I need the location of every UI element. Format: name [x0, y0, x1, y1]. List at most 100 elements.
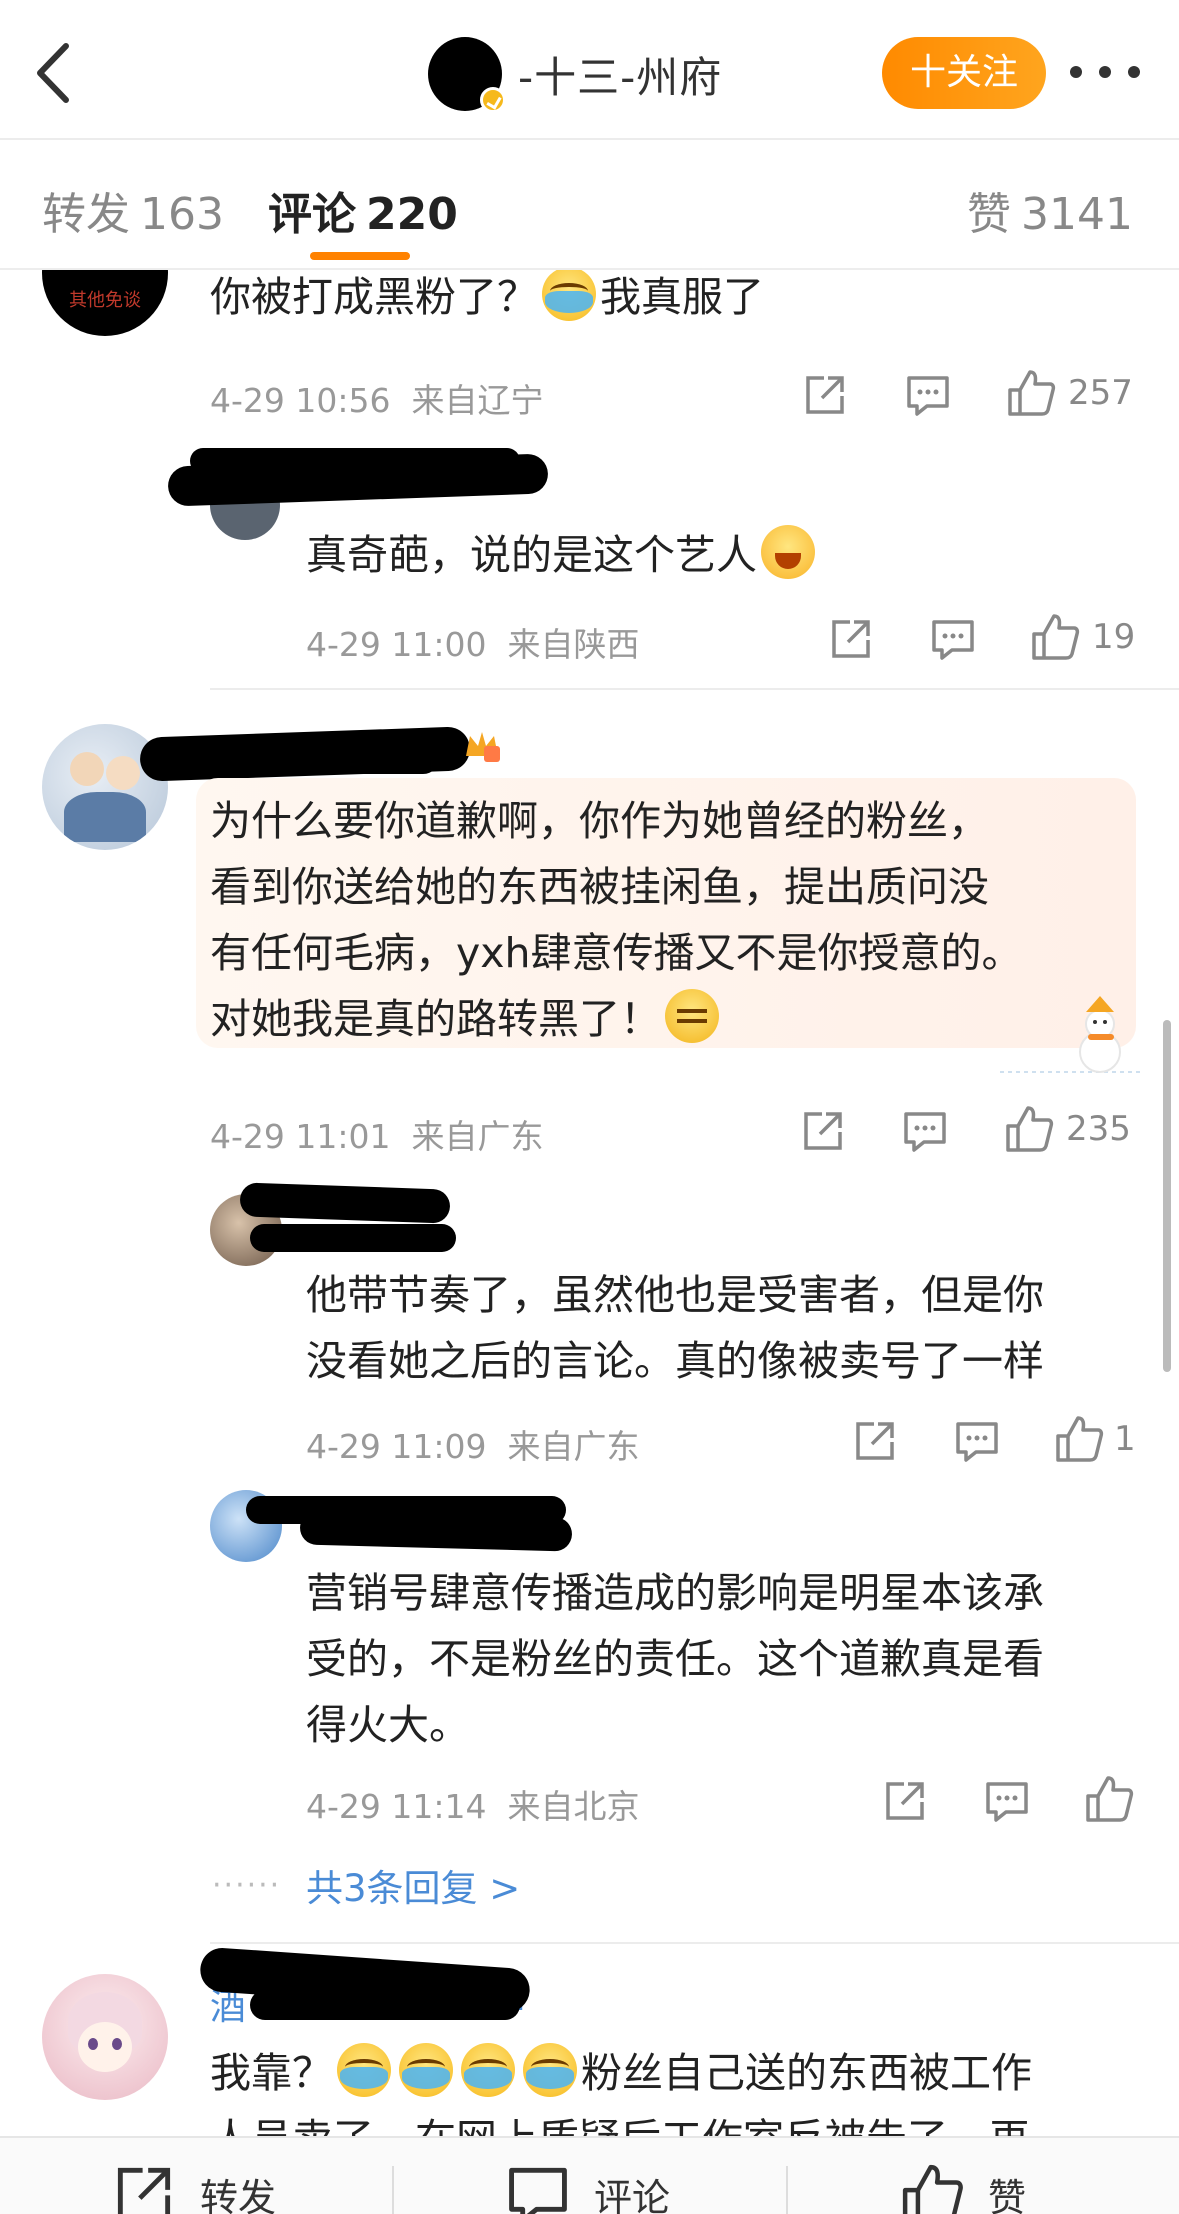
- share-icon[interactable]: [852, 1416, 898, 1466]
- profile-avatar[interactable]: [428, 37, 506, 113]
- share-icon[interactable]: [800, 1106, 846, 1156]
- redaction-mark: [190, 448, 520, 474]
- comment-text: 你被打成黑粉了？ 我真服了: [210, 270, 764, 330]
- scrollbar[interactable]: [1163, 1020, 1171, 1372]
- crying-laughing-emoji-icon: [523, 2043, 577, 2097]
- bottom-comment-label: 评论: [594, 2175, 671, 2214]
- bottom-action-bar: 转发 评论 赞: [0, 2136, 1179, 2214]
- comment-text-part: 你被打成黑粉了？: [210, 273, 538, 321]
- like-count: 257: [1068, 373, 1133, 413]
- like-button[interactable]: 257: [1006, 368, 1133, 418]
- reply-location: 来自广东: [507, 1427, 640, 1466]
- share-icon[interactable]: [802, 370, 848, 420]
- thumbs-up-icon: [1008, 370, 1056, 416]
- redaction-mark: [250, 1990, 520, 2020]
- thumbs-up-icon: [902, 2164, 963, 2214]
- bottom-repost-label: 转发: [200, 2175, 277, 2214]
- reply-location: 来自北京: [507, 1787, 640, 1826]
- comment-icon[interactable]: [984, 1776, 1030, 1826]
- more-options-icon[interactable]: [1070, 52, 1140, 92]
- crying-laughing-emoji-icon: [337, 2043, 391, 2097]
- reply-text-line: 他带节奏了，虽然他也是受害者，但是你: [306, 1271, 1044, 1319]
- comment-icon[interactable]: [902, 1106, 948, 1156]
- snowman-decoration-icon: [1000, 990, 1140, 1080]
- tab-likes-label: 赞: [967, 189, 1012, 240]
- comment-time: 4-29 11:01: [210, 1117, 391, 1156]
- redaction-mark: [200, 740, 440, 774]
- tab-comments-label: 评论: [268, 189, 356, 240]
- top-nav-bar: -十三-州府 十关注: [0, 0, 1179, 140]
- like-button[interactable]: [1084, 1774, 1144, 1824]
- back-arrow-icon[interactable]: [30, 38, 80, 108]
- tab-likes[interactable]: 赞 3141: [967, 178, 1133, 242]
- thumbs-up-icon: [1086, 1776, 1134, 1822]
- reply-time: 4-29 11:00: [306, 625, 487, 664]
- separator: [786, 2166, 788, 2214]
- reply-time: 4-29 11:09: [306, 1427, 487, 1466]
- comment-meta: 4-29 10:56 来自辽宁: [210, 374, 543, 422]
- comment-text-line: 我靠？ 粉丝自己送的东西被工作: [210, 2040, 1032, 2106]
- tab-comments-count: 220: [366, 189, 458, 240]
- share-icon[interactable]: [828, 614, 874, 664]
- reply-text-line: 受的，不是粉丝的责任。这个道歉真是看: [306, 1635, 1044, 1683]
- reply-text: 真奇葩，说的是这个艺人: [306, 522, 819, 588]
- comment-text-line: 有任何毛病，yxh肆意传播又不是你授意的。: [210, 929, 1023, 977]
- reply-time: 4-29 11:14: [306, 1787, 487, 1826]
- tab-comments[interactable]: 评论 220: [268, 178, 458, 242]
- comment-text-line: 对她我是真的路转黑了！: [210, 986, 723, 1052]
- thumbs-up-icon: [1006, 1106, 1054, 1152]
- like-count: 19: [1092, 617, 1136, 657]
- fan-badge-icon: [462, 728, 502, 764]
- reply-location: 来自陕西: [507, 625, 640, 664]
- redaction-mark: [250, 1224, 456, 1252]
- crying-laughing-emoji-icon: [542, 270, 596, 321]
- comment-text-part: 对她我是真的路转黑了！: [210, 995, 661, 1043]
- comment-text-part: 我靠？: [210, 2049, 333, 2097]
- redaction-mark: [239, 1182, 451, 1224]
- view-more-replies-link[interactable]: 共3条回复 >: [306, 1858, 520, 1912]
- divider: [210, 688, 1179, 690]
- like-count: 1: [1114, 1419, 1136, 1459]
- comment-icon[interactable]: [905, 370, 951, 420]
- comment-list[interactable]: 其他免谈 你被打成黑粉了？ 我真服了 4-29 10:56 来自辽宁 257 真奇…: [0, 270, 1179, 2136]
- reply-text-line: 营销号肆意传播造成的影响是明星本该承: [306, 1569, 1044, 1617]
- active-tab-indicator: [310, 252, 410, 260]
- comment-location: 来自辽宁: [411, 381, 544, 420]
- like-button[interactable]: 1: [1054, 1414, 1136, 1464]
- comment-time: 4-29 10:56: [210, 381, 391, 420]
- avatar[interactable]: 其他免谈: [42, 270, 168, 336]
- comment-icon: [509, 2167, 567, 2214]
- thread-dots: ······: [212, 1868, 282, 1903]
- reply-meta: 4-29 11:00 来自陕西: [306, 618, 639, 666]
- separator: [392, 2166, 394, 2214]
- crying-laughing-emoji-icon: [399, 2043, 453, 2097]
- follow-button[interactable]: 十关注: [882, 37, 1046, 109]
- tab-bar: 转发 163 评论 220 赞 3141: [0, 142, 1179, 270]
- like-button[interactable]: 235: [1004, 1104, 1131, 1154]
- bottom-like-button[interactable]: 赞: [900, 2162, 1026, 2214]
- speechless-emoji-icon: [665, 989, 719, 1043]
- avatar[interactable]: [42, 1974, 168, 2100]
- crying-laughing-emoji-icon: [461, 2043, 515, 2097]
- profile-title[interactable]: -十三-州府: [428, 36, 722, 113]
- bottom-comment-button[interactable]: 评论: [506, 2162, 670, 2214]
- tab-reposts[interactable]: 转发 163: [42, 178, 224, 242]
- share-icon[interactable]: [882, 1776, 928, 1826]
- bottom-repost-button[interactable]: 转发: [112, 2162, 276, 2214]
- reply-text-line: 得火大。: [306, 1701, 470, 1749]
- comment-text-part: 粉丝自己送的东西被工作: [581, 2049, 1032, 2097]
- like-button[interactable]: 19: [1030, 612, 1135, 662]
- comment-text-line: 为什么要你道歉啊，你作为她曾经的粉丝，: [210, 797, 989, 845]
- comment-icon[interactable]: [954, 1416, 1000, 1466]
- tab-likes-count: 3141: [1021, 189, 1133, 240]
- blushing-emoji-icon: [761, 525, 815, 579]
- comment-icon[interactable]: [930, 614, 976, 664]
- like-count: 235: [1066, 1109, 1131, 1149]
- tab-reposts-label: 转发: [42, 189, 130, 240]
- comment-text-part: 我真服了: [600, 273, 764, 321]
- thumbs-up-icon: [1056, 1416, 1104, 1462]
- divider: [210, 1942, 1179, 1944]
- profile-name[interactable]: -十三-州府: [518, 44, 722, 105]
- reply-text-part: 真奇葩，说的是这个艺人: [306, 531, 757, 579]
- comment-meta: 4-29 11:01 来自广东: [210, 1110, 543, 1158]
